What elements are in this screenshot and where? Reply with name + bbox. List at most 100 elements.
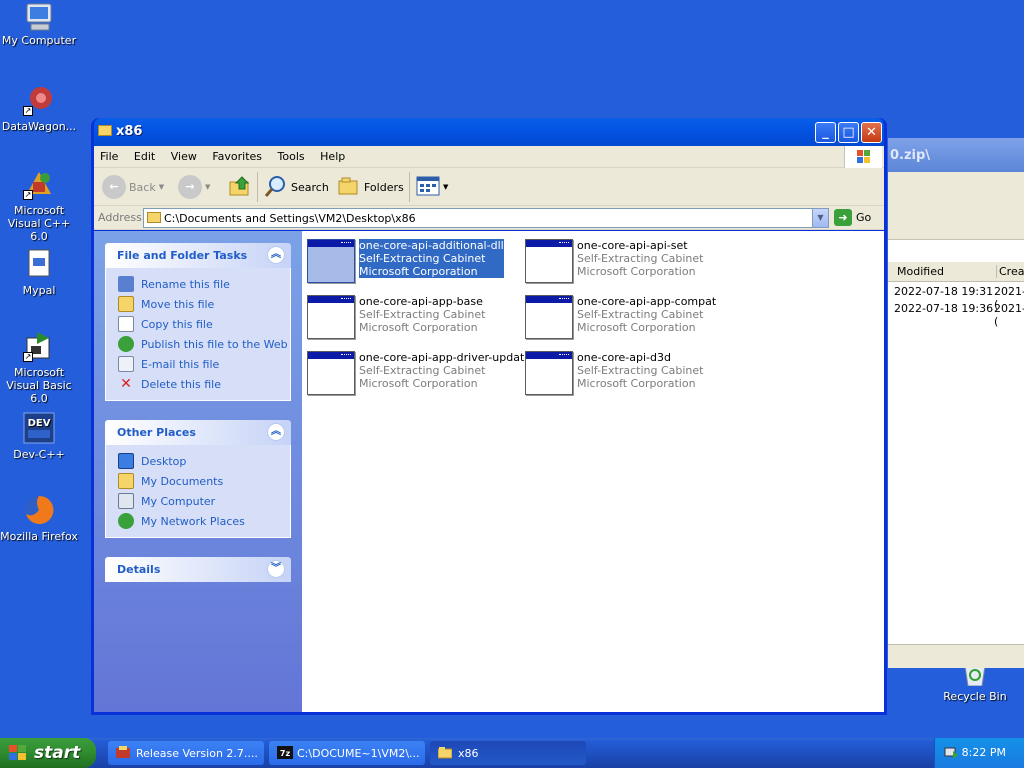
menu-bar: File Edit View Favorites Tools Help bbox=[94, 146, 884, 168]
views-icon bbox=[416, 175, 440, 200]
window-content: File and Folder Tasks ︽ Rename this file… bbox=[94, 231, 884, 712]
file-item[interactable]: one-core-api-d3d Self-Extracting Cabinet… bbox=[525, 351, 737, 395]
address-input[interactable]: C:\Documents and Settings\VM2\Desktop\x8… bbox=[143, 208, 829, 228]
desktop-icon-recycle-bin[interactable]: Recycle Bin bbox=[936, 664, 1014, 703]
menu-tools[interactable]: Tools bbox=[272, 146, 311, 163]
clock[interactable]: 8:22 PM bbox=[962, 746, 1006, 759]
task-copy-file[interactable]: Copy this file bbox=[106, 314, 290, 334]
network-icon bbox=[118, 513, 134, 529]
desktop-icon-visual-cpp[interactable]: ↗ Microsoft Visual C++ 6.0 bbox=[0, 168, 78, 243]
documents-icon bbox=[118, 473, 134, 489]
file-item[interactable]: one-core-api-app-driver-update Self-Extr… bbox=[307, 351, 531, 395]
minimize-button[interactable]: _ bbox=[815, 122, 836, 143]
desktop-icon-my-computer[interactable]: My Computer bbox=[0, 2, 78, 47]
collapse-chevron-icon[interactable]: ︽ bbox=[267, 246, 285, 264]
file-folder-tasks-panel: File and Folder Tasks ︽ Rename this file… bbox=[105, 243, 291, 401]
search-label: Search bbox=[291, 180, 329, 194]
views-button[interactable]: ▼ bbox=[416, 174, 448, 200]
desktop-icon-datawagon[interactable]: ↗ DataWagon... bbox=[0, 84, 78, 133]
panel-title: File and Folder Tasks bbox=[117, 249, 248, 262]
file-name: one-core-api-app-compat bbox=[577, 295, 717, 308]
collapse-chevron-icon[interactable]: ︽ bbox=[267, 423, 285, 441]
back-label: Back bbox=[129, 180, 156, 194]
menu-help[interactable]: Help bbox=[314, 146, 351, 163]
place-my-network[interactable]: My Network Places bbox=[106, 511, 290, 531]
file-item[interactable]: one-core-api-additional-dll Self-Extract… bbox=[307, 239, 519, 283]
address-dropdown-button[interactable]: ▼ bbox=[812, 209, 828, 227]
taskbar-item-release[interactable]: Release Version 2.7.... bbox=[108, 741, 264, 765]
file-type: Self-Extracting Cabinet bbox=[577, 252, 704, 265]
forward-arrow-icon: → bbox=[178, 175, 202, 199]
column-header-modified[interactable]: Modified bbox=[897, 265, 944, 278]
windows-flag-icon bbox=[9, 745, 27, 761]
network-status-icon[interactable] bbox=[943, 745, 959, 761]
file-company: Microsoft Corporation bbox=[359, 321, 478, 334]
task-delete-file[interactable]: ✕ Delete this file bbox=[106, 374, 290, 394]
explorer-window: x86 _ □ ✕ File Edit View Favorites Tools… bbox=[91, 118, 887, 715]
maximize-button[interactable]: □ bbox=[838, 122, 859, 143]
panel-header[interactable]: Other Places ︽ bbox=[105, 420, 291, 445]
file-name: one-core-api-d3d bbox=[577, 351, 671, 364]
desktop-icon-firefox[interactable]: Mozilla Firefox bbox=[0, 494, 78, 543]
menu-file[interactable]: File bbox=[94, 146, 124, 163]
computer-icon bbox=[118, 493, 134, 509]
search-button[interactable]: Search bbox=[264, 174, 329, 200]
task-move-file[interactable]: Move this file bbox=[106, 294, 290, 314]
desktop-icon-label: Microsoft Visual Basic 6.0 bbox=[6, 366, 72, 405]
taskbar-item-x86[interactable]: x86 bbox=[430, 741, 586, 765]
menu-edit[interactable]: Edit bbox=[128, 146, 161, 163]
column-header-row: Modified Creat bbox=[888, 262, 1024, 282]
table-row[interactable]: 2022-07-18 19:36 2021-( bbox=[894, 302, 1024, 328]
file-name: one-core-api-app-base bbox=[359, 295, 483, 308]
shortcut-arrow-icon: ↗ bbox=[23, 190, 33, 200]
expand-chevron-icon[interactable]: ︾ bbox=[267, 560, 285, 578]
file-item[interactable]: one-core-api-app-base Self-Extracting Ca… bbox=[307, 295, 519, 339]
folders-button[interactable]: Folders bbox=[337, 174, 404, 200]
desktop-icon-visual-basic[interactable]: ↗ Microsoft Visual Basic 6.0 bbox=[0, 330, 78, 405]
background-window-title[interactable]: 0.zip\ bbox=[888, 138, 1024, 172]
desktop-icon-dev-cpp[interactable]: DEV Dev-C++ bbox=[0, 412, 78, 461]
task-email-file[interactable]: E-mail this file bbox=[106, 354, 290, 374]
address-label: Address bbox=[98, 211, 142, 224]
close-button[interactable]: ✕ bbox=[861, 122, 882, 143]
forward-button[interactable]: → ▼ bbox=[178, 174, 210, 200]
email-icon bbox=[118, 356, 134, 372]
shortcut-arrow-icon: ↗ bbox=[23, 352, 33, 362]
file-company: Microsoft Corporation bbox=[359, 265, 478, 278]
desktop-icon-label: Microsoft Visual C++ 6.0 bbox=[7, 204, 71, 243]
file-item[interactable]: one-core-api-app-compat Self-Extracting … bbox=[525, 295, 737, 339]
panel-header[interactable]: Details ︾ bbox=[105, 557, 291, 582]
task-publish-web[interactable]: Publish this file to the Web bbox=[106, 334, 290, 354]
cabinet-file-icon bbox=[307, 351, 355, 395]
title-bar[interactable]: x86 _ □ ✕ bbox=[94, 118, 884, 146]
file-company: Microsoft Corporation bbox=[577, 377, 696, 390]
place-desktop[interactable]: Desktop bbox=[106, 451, 290, 471]
file-name: one-core-api-api-set bbox=[577, 239, 688, 252]
file-item[interactable]: one-core-api-api-set Self-Extracting Cab… bbox=[525, 239, 737, 283]
go-button[interactable]: ➜ Go bbox=[834, 209, 871, 226]
installer-icon bbox=[116, 746, 130, 759]
background-archive-window[interactable]: 0.zip\ Modified Creat 2022-07-18 19:31 2… bbox=[888, 138, 1024, 668]
cabinet-file-icon bbox=[525, 351, 573, 395]
address-value: C:\Documents and Settings\VM2\Desktop\x8… bbox=[164, 212, 416, 225]
back-button[interactable]: ← Back ▼ bbox=[102, 174, 164, 200]
file-company: Microsoft Corporation bbox=[359, 377, 478, 390]
place-my-documents[interactable]: My Documents bbox=[106, 471, 290, 491]
details-panel: Details ︾ bbox=[105, 557, 291, 582]
other-places-panel: Other Places ︽ Desktop My Documents My C… bbox=[105, 420, 291, 538]
system-tray: 8:22 PM bbox=[934, 738, 1024, 768]
taskbar-item-7zip[interactable]: 7z C:\DOCUME~1\VM2\... bbox=[269, 741, 425, 765]
place-my-computer[interactable]: My Computer bbox=[106, 491, 290, 511]
task-rename-file[interactable]: Rename this file bbox=[106, 274, 290, 294]
up-folder-button[interactable] bbox=[228, 174, 252, 200]
cabinet-file-icon bbox=[525, 239, 573, 283]
column-header-created[interactable]: Creat bbox=[996, 265, 1024, 278]
menu-view[interactable]: View bbox=[165, 146, 203, 163]
table-row[interactable]: 2022-07-18 19:31 2021-( bbox=[894, 285, 1024, 311]
menu-favorites[interactable]: Favorites bbox=[206, 146, 268, 163]
panel-header[interactable]: File and Folder Tasks ︽ bbox=[105, 243, 291, 268]
start-button[interactable]: start bbox=[0, 738, 96, 768]
up-folder-icon bbox=[228, 174, 252, 201]
windows-logo-icon bbox=[844, 146, 882, 168]
desktop-icon-mypal[interactable]: Mypal bbox=[0, 248, 78, 297]
